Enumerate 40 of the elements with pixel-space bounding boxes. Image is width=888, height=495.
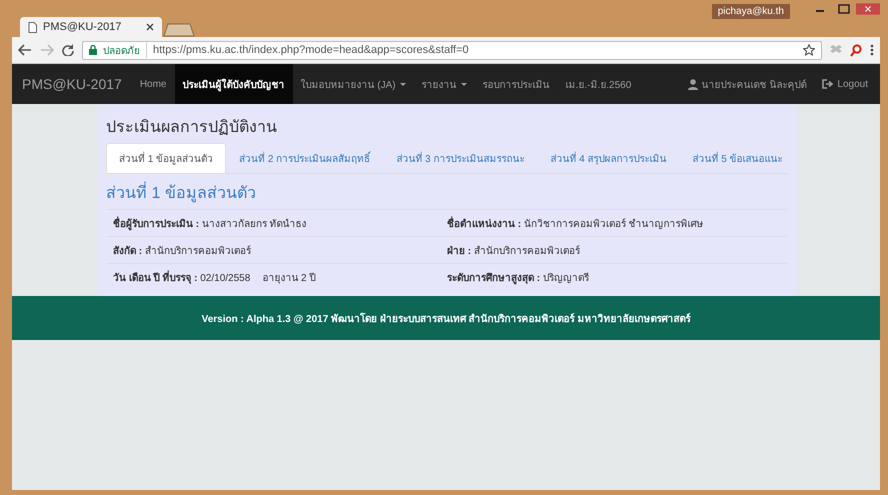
tab[interactable]: ส่วนที่ 5 ข้อเสนอแนะ bbox=[680, 143, 796, 173]
back-icon[interactable] bbox=[18, 44, 32, 56]
browser-tab[interactable]: PMS@KU-2017 bbox=[20, 17, 162, 37]
nav-link[interactable]: ใบมอบหมายงาน (JA) bbox=[292, 64, 414, 104]
nav-link[interactable]: รายงาน bbox=[414, 64, 475, 104]
logout-link[interactable]: Logout bbox=[814, 64, 880, 104]
profile-name[interactable]: pichaya@ku.th bbox=[712, 4, 790, 19]
reload-icon[interactable] bbox=[62, 44, 74, 56]
tab[interactable]: ส่วนที่ 3 การประเมินสมรรถนะ bbox=[383, 143, 538, 173]
nav-link[interactable]: เม.ย.-มิ.ย.2560 bbox=[558, 64, 640, 104]
new-tab-icon[interactable] bbox=[162, 23, 196, 37]
section-heading: ส่วนที่ 1 ข้อมูลส่วนตัว bbox=[106, 180, 788, 205]
field-text: ชื่อผู้รับการประเมิน : นางสาวกัลยกร ทัดนำธง bbox=[113, 216, 307, 230]
tab[interactable]: ส่วนที่ 2 การประเมินผลสัมฤทธิ์ bbox=[226, 143, 384, 173]
nav-link[interactable]: ประเมินผู้ใต้บังคับบัญชา bbox=[174, 64, 292, 104]
security-label: ปลอดภัย bbox=[103, 42, 147, 58]
url-text: https://pms.ku.ac.th/index.php?mode=head&app=scores&staff=0 bbox=[153, 44, 470, 56]
brand-link[interactable]: PMS@KU-2017 bbox=[12, 64, 132, 104]
address-bar[interactable]: ปลอดภัย https://pms.ku.ac.th/index.php?mode=head&app=scores&staff=0 bbox=[82, 40, 822, 60]
menu-icon[interactable] bbox=[870, 44, 874, 56]
person-icon bbox=[688, 78, 698, 90]
user-link[interactable]: นายประคนเดช นิละคุปต์ bbox=[680, 64, 814, 104]
nav-link[interactable]: รอบการประเมิน bbox=[474, 64, 558, 104]
field-text: สังกัด : สำนักบริการคอมพิวเตอร์ bbox=[113, 244, 251, 258]
nav-link[interactable]: Home bbox=[132, 64, 174, 104]
lock-icon bbox=[89, 45, 97, 55]
close-icon[interactable] bbox=[146, 23, 154, 31]
page-title: ประเมินผลการปฏิบัติงาน bbox=[106, 118, 278, 138]
field-text: ระดับการศึกษาสูงสุด : ปริญญาตรี bbox=[447, 272, 589, 284]
logout-icon bbox=[822, 79, 834, 89]
service-years: อายุงาน 2 ปี bbox=[262, 272, 316, 284]
field-text: ชื่อตำแหน่งงาน : นักวิชาการคอมพิวเตอร์ ชำนาญการพิเศษ bbox=[447, 216, 704, 230]
star-icon[interactable] bbox=[803, 44, 815, 56]
field-text: ฝ่าย : สำนักบริการคอมพิวเตอร์ bbox=[447, 244, 580, 258]
search-icon[interactable] bbox=[850, 44, 862, 56]
field-text: วัน เดือน ปี ที่บรรจุ : 02/10/2558 bbox=[113, 270, 250, 284]
page-icon bbox=[28, 22, 37, 32]
footer-text: Version : Alpha 1.3 @ 2017 พัฒนาโดย ฝ่ายระบบสารสนเทศ สำนักบริการคอมพิวเตอร์ มหาวิทยาลัยเกษตรศาสตร์ bbox=[12, 296, 880, 340]
tab[interactable]: ส่วนที่ 4 สรุปผลการประเมิน bbox=[537, 143, 680, 173]
tab[interactable]: ส่วนที่ 1 ข้อมูลส่วนตัว bbox=[106, 143, 226, 173]
